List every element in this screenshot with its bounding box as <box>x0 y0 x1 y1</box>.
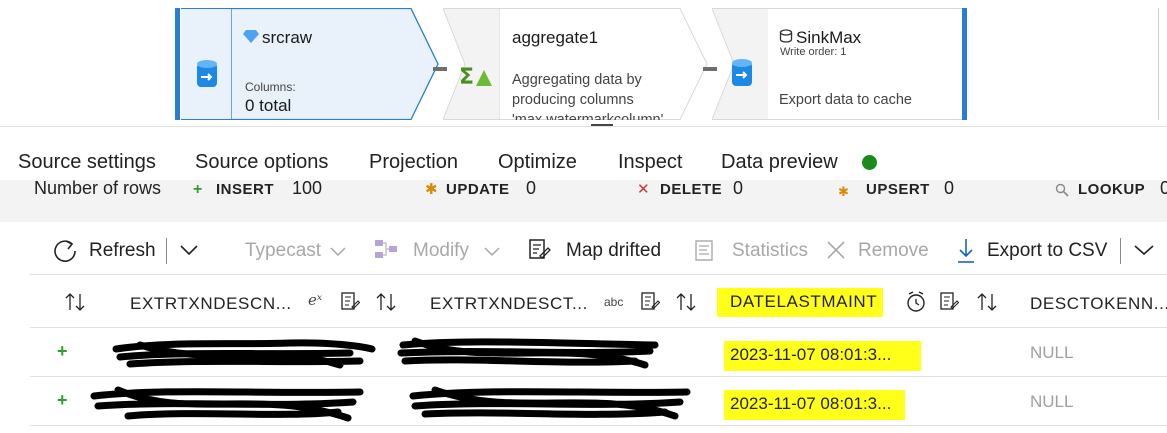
node-title: srcraw <box>262 28 313 47</box>
canvas-side-panel <box>1158 8 1167 120</box>
modify-label: Modify <box>413 240 469 261</box>
column-map-icon[interactable] <box>640 291 660 313</box>
tab-source-settings[interactable]: Source settings <box>18 151 156 174</box>
diamond-icon <box>243 30 259 43</box>
grid-header-row: EXTRTXNDESCN... eˣ EXTRTXNDESCT... abc D… <box>30 274 1167 328</box>
node-selection-bar <box>962 8 967 120</box>
chevron-down-icon[interactable] <box>179 244 199 256</box>
node-title: SinkMax <box>796 28 862 47</box>
update-label: UPDATE <box>446 181 510 198</box>
node-title: aggregate1 <box>512 28 599 47</box>
column-type-string: abc <box>604 295 624 309</box>
redacted-scribble <box>409 386 691 420</box>
table-row[interactable]: + 2023-11-07 08:01:3... NULL <box>30 378 1167 426</box>
upsert-label: UPSERT <box>866 181 930 198</box>
cell-datelastmaint: 2023-11-07 08:01:3... <box>724 341 922 371</box>
delete-label: DELETE <box>660 181 723 198</box>
delete-x-icon: ✕ <box>637 181 650 198</box>
refresh-label: Refresh <box>89 240 156 261</box>
modify-icon <box>375 240 397 258</box>
sort-icon[interactable] <box>675 292 697 312</box>
download-icon <box>958 239 974 263</box>
sink-cylinder-icon <box>732 59 752 86</box>
tab-inspect[interactable]: Inspect <box>618 151 682 174</box>
toolbar-separator <box>166 238 167 264</box>
insert-plus-icon: + <box>193 181 203 198</box>
statistics-label: Statistics <box>732 240 809 261</box>
insert-row-icon: + <box>57 341 68 361</box>
sort-icon[interactable] <box>976 292 998 312</box>
node-icon-tile <box>181 8 231 120</box>
insert-value: 100 <box>292 180 323 198</box>
chevron-down-icon[interactable] <box>1133 244 1155 256</box>
settings-tabs: Source settings Source options Projectio… <box>0 126 1167 188</box>
tab-data-preview[interactable]: Data preview <box>721 151 838 174</box>
insert-label: INSERT <box>216 181 275 198</box>
cell-datelastmaint: 2023-11-07 08:01:3... <box>724 390 906 420</box>
cell-desctokenn: NULL <box>1030 343 1074 362</box>
preview-toolbar: Refresh Typecast Modify Map drifted Stat… <box>0 228 1167 272</box>
update-value: 0 <box>526 180 537 198</box>
status-dot-icon <box>862 155 877 170</box>
upsert-icon: ✱ <box>838 184 849 199</box>
node-icon-tile <box>712 8 770 120</box>
map-drifted-label: Map drifted <box>566 240 662 261</box>
node-description: Export data to cache <box>779 92 912 108</box>
column-map-icon[interactable] <box>939 291 959 313</box>
redacted-scribble <box>90 386 364 422</box>
typecast-label: Typecast <box>245 240 322 261</box>
node-description-line-2: producing columns <box>512 92 634 108</box>
statistics-icon <box>695 240 713 261</box>
row-stats-bar: Number of rows + INSERT 100 ✱ UPDATE 0 ✕… <box>0 180 1167 222</box>
rows-label: Number of rows <box>34 180 162 198</box>
column-header-extrtxndesct[interactable]: EXTRTXNDESCT... <box>430 294 588 314</box>
toolbar-separator <box>1120 238 1121 264</box>
svg-text:Σ: Σ <box>459 65 474 90</box>
node-description-line-1: Aggregating data by <box>512 72 642 88</box>
column-header-datelastmaint[interactable]: DATELASTMAINT <box>717 288 884 317</box>
column-header-desctokenn[interactable]: DESCTOKENN... <box>1030 294 1167 314</box>
chevron-down-icon <box>484 247 500 257</box>
close-icon <box>827 241 845 259</box>
table-row[interactable]: + 2023-11-07 08:01:3... NULL <box>30 329 1167 377</box>
insert-row-icon: + <box>57 390 68 410</box>
remove-label: Remove <box>858 240 929 261</box>
lookup-label: LOOKUP <box>1078 181 1146 198</box>
column-map-icon[interactable] <box>340 291 360 313</box>
dataflow-canvas: srcraw Columns: 0 total Σ aggregate1 Agg… <box>0 0 1167 126</box>
sort-icon[interactable] <box>64 292 86 312</box>
column-type-exponent: eˣ <box>308 291 323 309</box>
tab-projection[interactable]: Projection <box>369 151 458 174</box>
upsert-value: 0 <box>944 180 955 198</box>
cache-icon <box>779 29 793 43</box>
node-description-line-3: 'max watermarkcolumn' <box>512 112 664 120</box>
node-write-order: Write order: 1 <box>780 46 847 58</box>
lookup-search-icon <box>1055 183 1069 197</box>
source-cylinder-icon <box>197 60 217 87</box>
update-asterisk-icon: ✱ <box>425 181 438 198</box>
redacted-scribble <box>112 339 376 369</box>
redacted-scribble <box>397 337 659 369</box>
refresh-icon <box>54 240 76 262</box>
column-header-extrtxndescn[interactable]: EXTRTXNDESCN... <box>130 294 292 314</box>
node-columns-label: Columns: <box>245 80 296 94</box>
datetime-icon <box>907 291 925 312</box>
tab-source-options[interactable]: Source options <box>195 151 328 174</box>
node-selection-bar <box>175 8 180 120</box>
cell-desctokenn: NULL <box>1030 392 1074 411</box>
chevron-down-icon <box>330 247 346 257</box>
map-drifted-icon <box>529 239 551 259</box>
lookup-value: 0 <box>1160 180 1167 198</box>
delete-value: 0 <box>733 180 744 198</box>
export-csv-label: Export to CSV <box>987 240 1108 261</box>
tab-optimize[interactable]: Optimize <box>498 151 577 174</box>
node-icon-tile: Σ <box>443 8 501 120</box>
node-columns-value: 0 total <box>245 96 292 115</box>
sort-icon[interactable] <box>375 292 397 312</box>
